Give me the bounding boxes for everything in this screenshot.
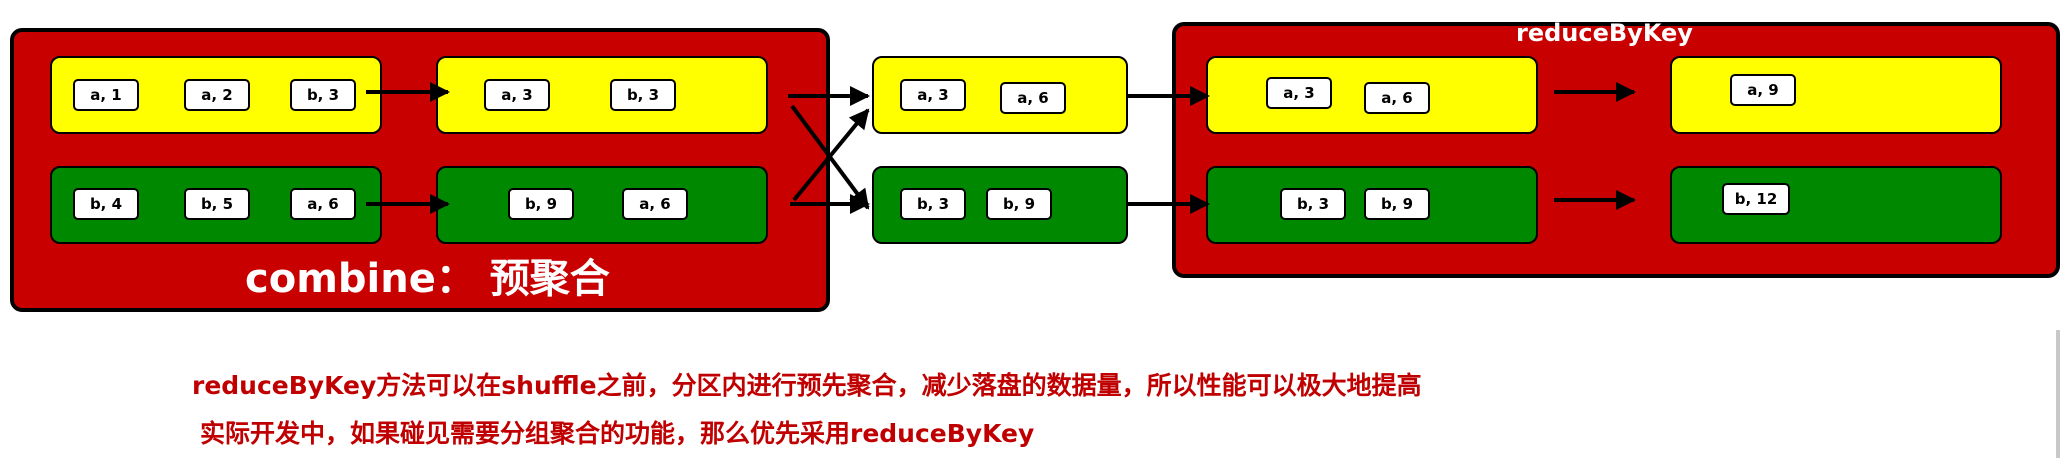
note-line-1: reduceByKey方法可以在shuffle之前，分区内进行预先聚合，减少落盘… xyxy=(192,371,1422,400)
scrollbar-edge[interactable] xyxy=(2056,330,2060,458)
note-line-2: 实际开发中，如果碰见需要分组聚合的功能，那么优先采用reduceByKey xyxy=(200,419,1035,448)
